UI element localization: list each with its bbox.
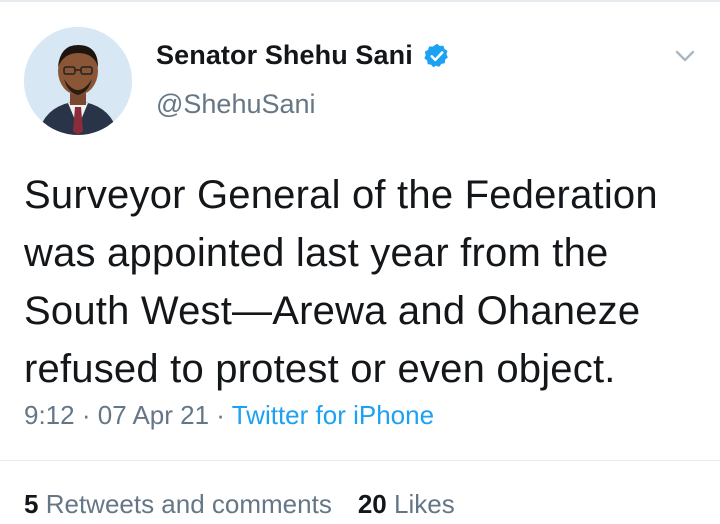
verified-badge-icon (424, 43, 448, 67)
author-handle[interactable]: @ShehuSani (156, 89, 316, 120)
meta-separator: · (216, 400, 225, 430)
likes-count: 20 (357, 489, 387, 519)
top-divider (0, 0, 720, 2)
author-name-row[interactable]: Senator Shehu Sani (156, 40, 451, 71)
retweets-count: 5 (24, 489, 39, 519)
meta-separator: · (81, 400, 91, 430)
likes-label: Likes (394, 489, 455, 519)
tweet-source-link[interactable]: Twitter for iPhone (232, 400, 434, 430)
stats-divider (0, 460, 720, 461)
author-display-name[interactable]: Senator Shehu Sani (156, 40, 413, 71)
tweet-text-line: refused to protest or even object. (24, 347, 616, 391)
avatar-image (24, 27, 132, 135)
chevron-down-icon[interactable] (670, 44, 700, 68)
retweets-stat[interactable]: 5 Retweets and comments (24, 489, 332, 519)
tweet-text: Surveyor General of the Federation was a… (24, 166, 714, 398)
tweet-text-line: South West—Arewa and Ohaneze (24, 289, 641, 333)
tweet-date: 07 Apr 21 (97, 400, 210, 430)
tweet-stats: 5 Retweets and comments 20 Likes (24, 489, 455, 520)
tweet-time: 9:12 (24, 400, 75, 430)
avatar[interactable] (24, 27, 132, 135)
tweet-text-line: was appointed last year from the (24, 231, 609, 275)
tweet-meta: 9:12 · 07 Apr 21 · Twitter for iPhone (24, 400, 434, 431)
retweets-label: Retweets and comments (45, 489, 332, 519)
likes-stat[interactable]: 20 Likes (358, 489, 455, 519)
tweet-text-line: Surveyor General of the Federation (24, 173, 658, 217)
